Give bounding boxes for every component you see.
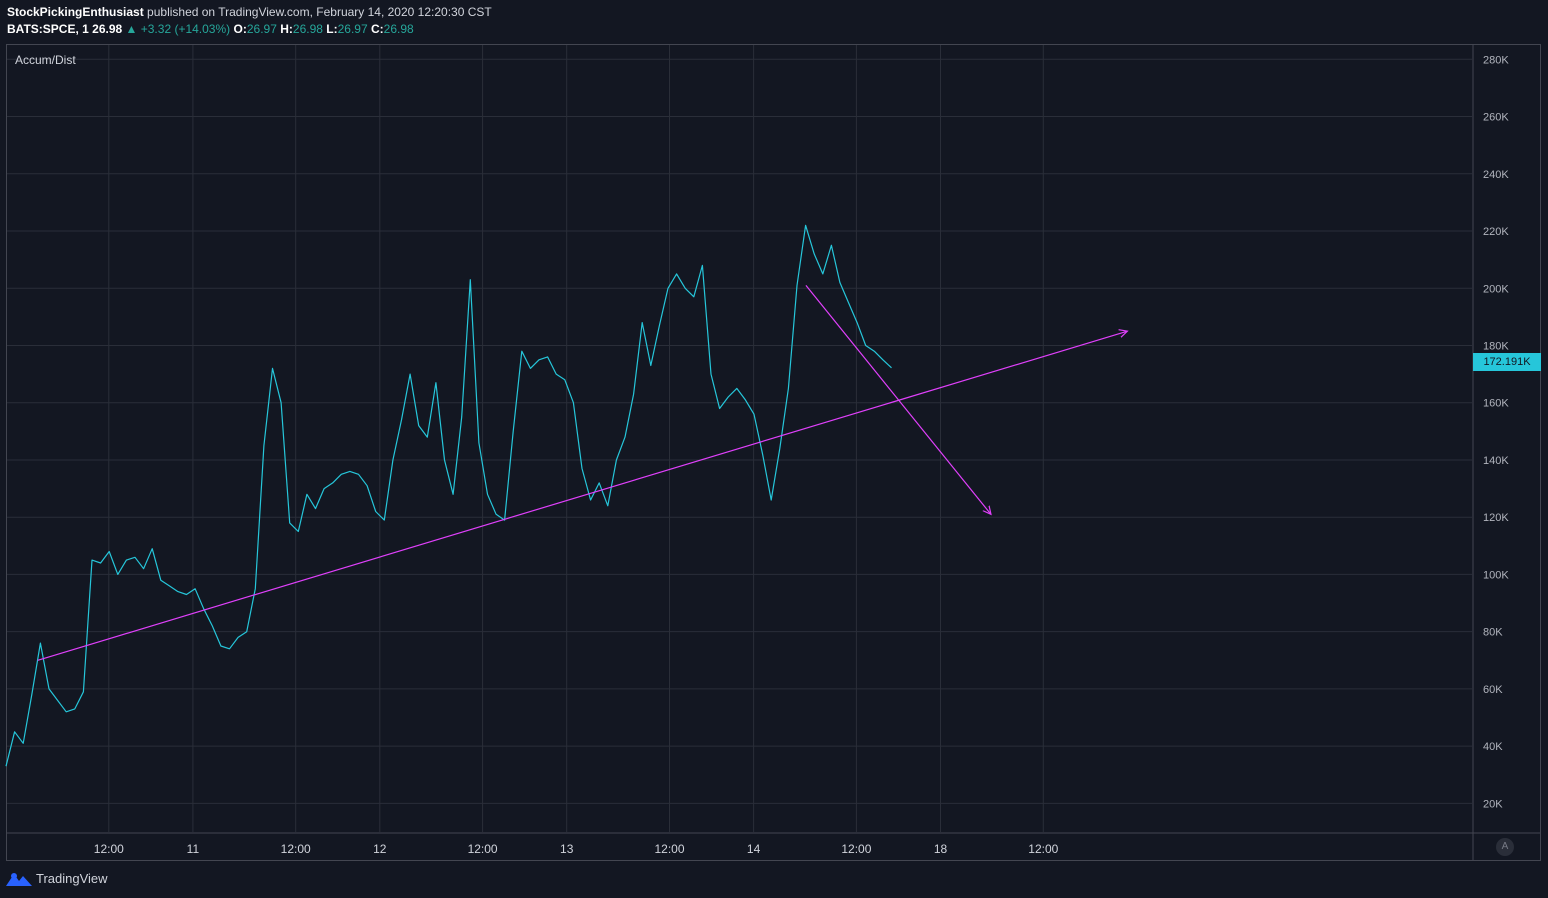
auto-scale-button[interactable]: A	[1496, 838, 1514, 856]
x-tick-label: 11	[187, 842, 200, 856]
y-tick-label: 160K	[1483, 398, 1509, 410]
x-tick-label: 12:00	[468, 842, 498, 856]
trend-arrow[interactable]	[37, 331, 1128, 661]
x-tick-label: 12	[373, 842, 387, 856]
x-tick-label: 12:00	[94, 842, 124, 856]
x-tick-label: 14	[747, 842, 761, 856]
x-tick-label: 12:00	[281, 842, 311, 856]
trend-arrow[interactable]	[805, 285, 991, 514]
y-tick-label: 100K	[1483, 569, 1509, 581]
y-tick-label: 20K	[1483, 798, 1503, 810]
indicator-label[interactable]: Accum/Dist	[15, 53, 76, 67]
y-tick-label: 80K	[1483, 627, 1503, 639]
tradingview-logo[interactable]: TradingView	[6, 871, 108, 886]
y-tick-label: 120K	[1483, 512, 1509, 524]
grid-lines	[7, 45, 1472, 832]
y-tick-label: 40K	[1483, 741, 1503, 753]
chart-canvas[interactable]: 20K 40K 60K 80K 100K 120K 140K 160K 180K 200K 220K…	[0, 0, 1548, 898]
x-tick-label: 12:00	[841, 842, 871, 856]
y-tick-label: 220K	[1483, 226, 1509, 238]
x-tick-label: 13	[560, 842, 574, 856]
price-axis[interactable]: 20K 40K 60K 80K 100K 120K 140K 160K 180K 200K 220K…	[1483, 54, 1509, 810]
y-tick-label: 200K	[1483, 283, 1509, 295]
y-tick-label: 60K	[1483, 684, 1503, 696]
y-tick-label: 140K	[1483, 455, 1509, 467]
y-tick-label: 180K	[1483, 340, 1509, 352]
y-tick-label: 240K	[1483, 169, 1509, 181]
time-axis[interactable]: 12:00 11 12:00 12 12:00 13 12:00 14 12:00 18 12:00	[94, 842, 1059, 856]
x-tick-label: 12:00	[654, 842, 684, 856]
series-line	[5, 224, 892, 767]
y-tick-label: 260K	[1483, 112, 1509, 124]
y-tick-label: 280K	[1483, 54, 1509, 66]
accum-dist-series	[5, 224, 892, 767]
tradingview-logo-icon	[6, 872, 32, 886]
last-value-tag: 172.191K	[1473, 353, 1541, 371]
brand-text: TradingView	[36, 871, 108, 886]
x-tick-label: 18	[934, 842, 948, 856]
x-tick-label: 12:00	[1028, 842, 1058, 856]
